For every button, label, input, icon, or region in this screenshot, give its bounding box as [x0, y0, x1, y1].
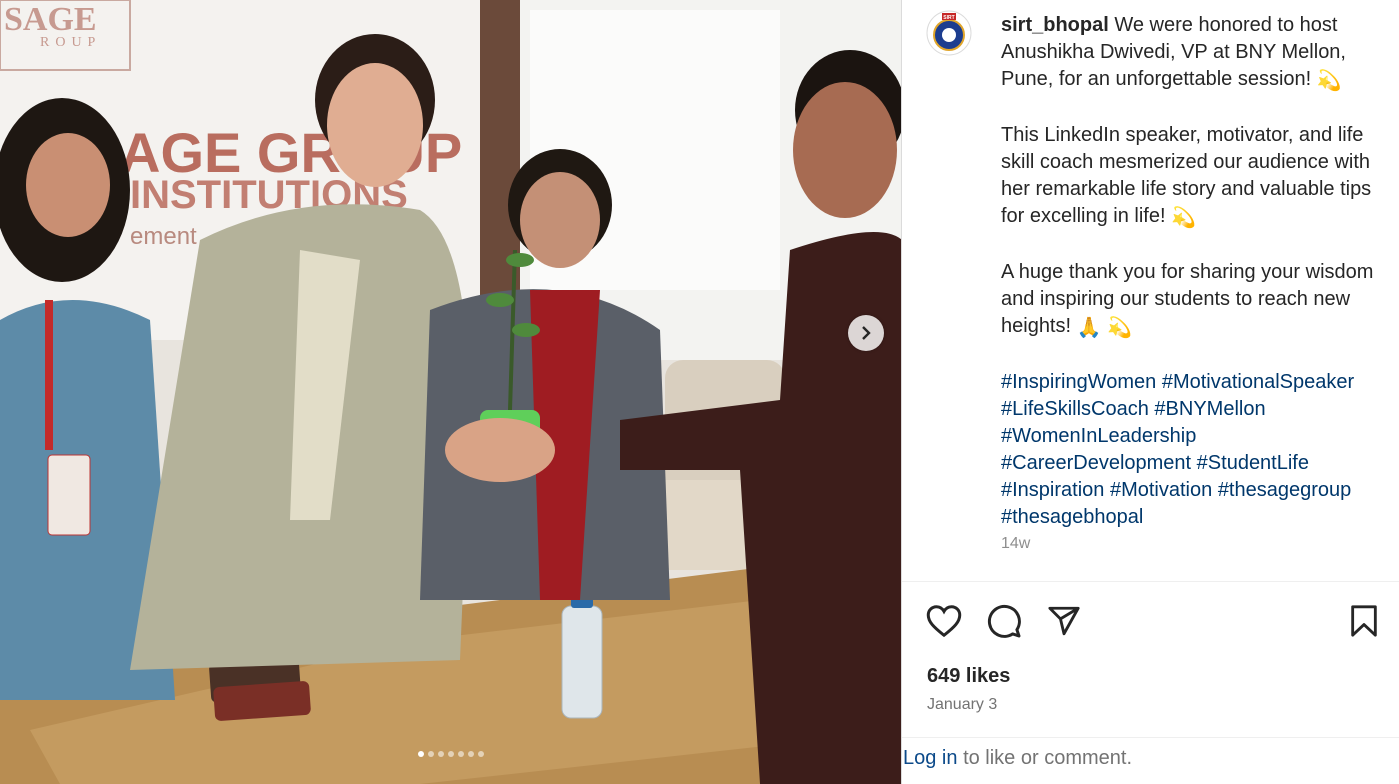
- like-button[interactable]: [924, 601, 964, 641]
- slide-indicator: [0, 751, 901, 761]
- post-caption: sirt_bhopal We were honored to host Anus…: [1001, 12, 1386, 558]
- save-button[interactable]: [1344, 601, 1384, 641]
- hashtag-link[interactable]: #StudentLife: [1197, 452, 1309, 474]
- likes-count[interactable]: 649 likes: [927, 665, 1010, 688]
- caption-paragraph-3: A huge thank you for sharing your wisdom…: [1001, 259, 1386, 342]
- banner-text-sage: SAGE: [4, 1, 97, 38]
- comment-button[interactable]: [984, 601, 1024, 641]
- hashtags: #InspiringWomen #MotivationalSpeaker #Li…: [1001, 369, 1386, 531]
- hashtag-link[interactable]: #LifeSkillsCoach: [1001, 398, 1149, 420]
- hashtag-link[interactable]: #BNYMellon: [1154, 398, 1265, 420]
- post-time-ago[interactable]: 14w: [1001, 535, 1030, 553]
- hashtag-link[interactable]: #MotivationalSpeaker: [1162, 371, 1354, 393]
- username-link[interactable]: sirt_bhopal: [1001, 14, 1109, 36]
- dizzy-icon: 💫: [1171, 207, 1196, 229]
- hashtag-link[interactable]: #InspiringWomen: [1001, 371, 1156, 393]
- paper-plane-icon: [1048, 606, 1080, 636]
- slide-dot: [428, 751, 434, 757]
- chevron-right-icon: [862, 326, 871, 340]
- divider: [902, 737, 1399, 738]
- login-prompt: Log in to like or comment.: [903, 747, 1132, 770]
- hashtag-link[interactable]: #thesagegroup: [1218, 479, 1351, 501]
- banner-text-ement: ement: [130, 223, 197, 250]
- post-dialog: SAGE ROUP AGE GROUP INSTITUTIONS ement S…: [0, 0, 1399, 784]
- post-photo: SAGE ROUP AGE GROUP INSTITUTIONS ement: [0, 0, 901, 784]
- hashtag-link[interactable]: #CareerDevelopment: [1001, 452, 1191, 474]
- banner-text-group-small: ROUP: [40, 35, 101, 50]
- bookmark-icon: [1351, 605, 1377, 637]
- hashtag-link[interactable]: #Inspiration: [1001, 479, 1104, 501]
- slide-dot: [418, 751, 424, 757]
- hashtag-link[interactable]: #WomenInLeadership: [1001, 425, 1196, 447]
- hashtag-link[interactable]: #Motivation: [1110, 479, 1212, 501]
- profile-avatar[interactable]: SIRT: [926, 10, 972, 56]
- praying-hands-icon: 🙏: [1076, 317, 1102, 339]
- avatar-label: SIRT: [943, 15, 954, 21]
- post-date: January 3: [927, 696, 998, 713]
- slide-dot: [478, 751, 484, 757]
- slide-dot: [438, 751, 444, 757]
- dizzy-icon: 💫: [1316, 70, 1342, 92]
- login-prompt-text: to like or comment.: [963, 747, 1133, 769]
- share-button[interactable]: [1044, 601, 1084, 641]
- divider: [902, 581, 1399, 582]
- caption-text-3: A huge thank you for sharing your wisdom…: [1001, 261, 1374, 337]
- login-link[interactable]: Log in: [903, 747, 958, 769]
- dizzy-icon: 💫: [1107, 317, 1132, 339]
- caption-paragraph-1: sirt_bhopal We were honored to host Anus…: [1001, 12, 1386, 95]
- slide-dot: [468, 751, 474, 757]
- heart-icon: [926, 605, 962, 638]
- slide-dot: [458, 751, 464, 757]
- hashtag-link[interactable]: #thesagebhopal: [1001, 506, 1143, 528]
- next-slide-button[interactable]: [848, 315, 884, 351]
- post-media[interactable]: SAGE ROUP AGE GROUP INSTITUTIONS ement: [0, 0, 902, 784]
- slide-dot: [448, 751, 454, 757]
- comment-icon: [987, 604, 1021, 638]
- caption-paragraph-2: This LinkedIn speaker, motivator, and li…: [1001, 122, 1386, 232]
